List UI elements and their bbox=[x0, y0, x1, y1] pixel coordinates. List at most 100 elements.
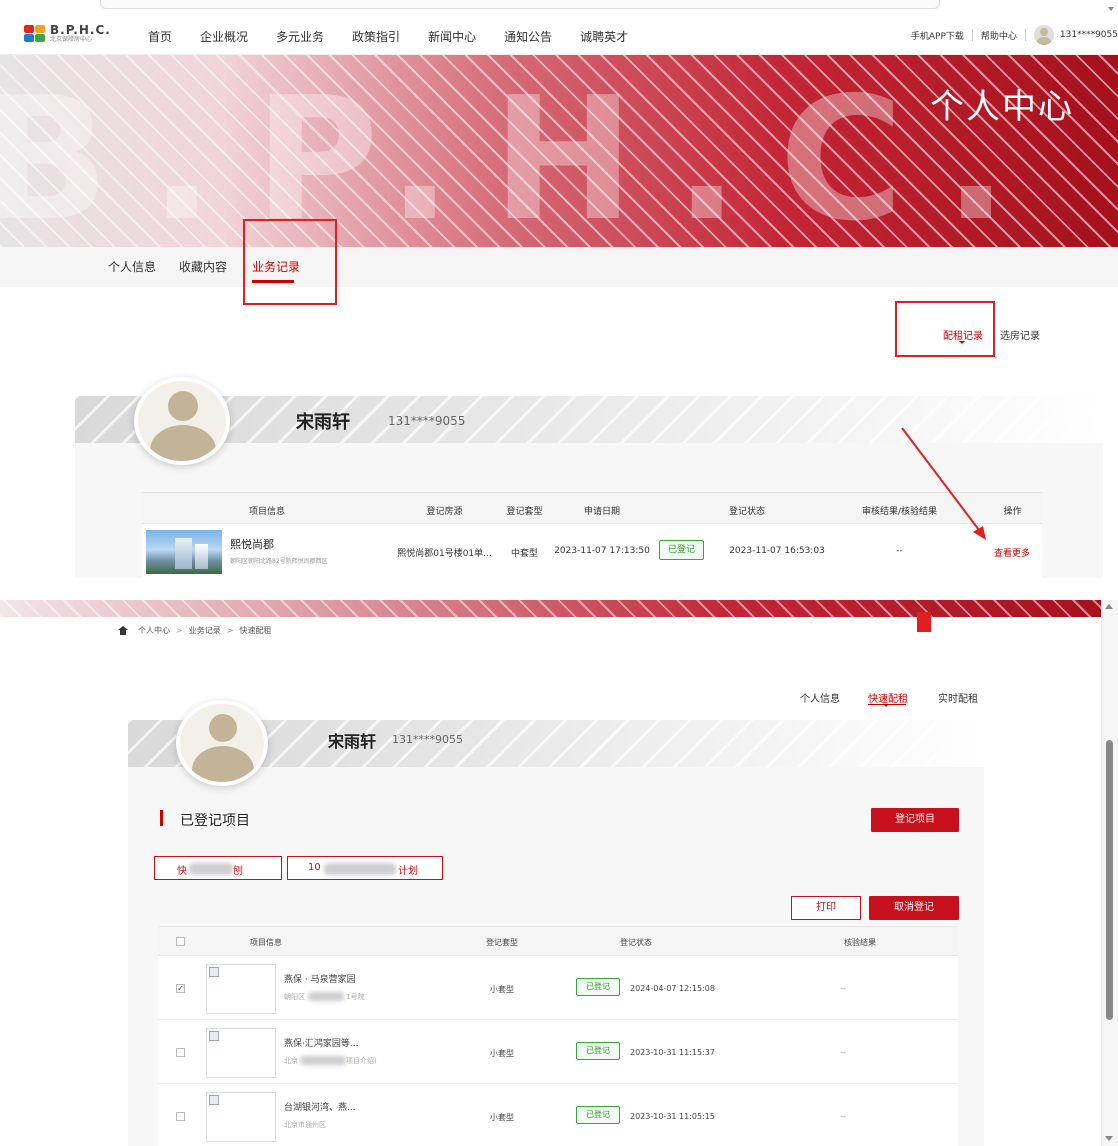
main-nav: 首页 企业概况 多元业务 政策指引 新闻中心 通知公告 诚聘英才 bbox=[148, 28, 656, 45]
breadcrumb-separator: > bbox=[226, 626, 234, 635]
plan-tab-1[interactable]: 快 刨 bbox=[154, 856, 282, 880]
view-more-link[interactable]: 查看更多 bbox=[994, 546, 1030, 559]
blurred-text bbox=[324, 863, 396, 875]
help-center-link[interactable]: 帮助中心 bbox=[981, 29, 1017, 42]
breadcrumb-personal-center[interactable]: 个人中心 bbox=[138, 625, 170, 636]
profile-tabs: 个人信息 收藏内容 业务记录 bbox=[0, 247, 1118, 287]
project-title[interactable]: 熙悦尚郡 bbox=[230, 536, 274, 552]
profile-name-2: 宋雨轩 bbox=[328, 732, 377, 751]
subtab-quick-rental[interactable]: 快速配租 bbox=[868, 690, 908, 705]
registered-projects-title: 已登记项目 bbox=[180, 813, 250, 829]
app-download-link[interactable]: 手机APP下载 bbox=[911, 29, 964, 42]
scroll-down-arrow-icon[interactable] bbox=[1105, 1136, 1113, 1141]
plan-tab-1-start: 快 bbox=[177, 866, 187, 877]
project-title[interactable]: 燕保 · 马泉营家园 bbox=[284, 972, 356, 985]
project-thumbnail bbox=[146, 530, 222, 574]
project-image-placeholder bbox=[206, 964, 276, 1014]
row-checkbox[interactable] bbox=[176, 1048, 185, 1057]
table-row: 熙悦尚郡 朝阳区朝阳北路82号院熙悦尚郡西区 熙悦尚郡01号楼01单... 中套… bbox=[142, 524, 1042, 578]
subtab-realtime-rental[interactable]: 实时配租 bbox=[938, 690, 978, 705]
row-checkbox[interactable] bbox=[176, 1112, 185, 1121]
breadcrumb-quick-rental: 快速配租 bbox=[239, 626, 272, 635]
status-badge: 已登记 bbox=[659, 540, 704, 560]
col-unit-type: 登记套型 bbox=[486, 938, 518, 947]
col-result: 审核结果/核验结果 bbox=[861, 507, 938, 517]
result-value: -- bbox=[840, 1048, 846, 1057]
browser-strip bbox=[100, 0, 940, 9]
select-all-checkbox[interactable] bbox=[176, 937, 185, 946]
rental-table-header: 项目信息 登记房源 登记套型 申请日期 登记状态 审核结果/核验结果 操作 bbox=[142, 492, 1042, 524]
status-badge: 已登记 bbox=[576, 1106, 620, 1124]
project-address: 北京市通州区 bbox=[284, 1121, 326, 1129]
col-action: 操作 bbox=[1003, 507, 1022, 517]
home-icon[interactable] bbox=[118, 626, 128, 635]
nav-notices[interactable]: 通知公告 bbox=[504, 28, 552, 45]
table-row: 燕保·汇鸿家园等... 北京 项目介绍) 小套型 已登记 2023-10-31 … bbox=[158, 1020, 958, 1084]
scroll-down-arrow-icon[interactable] bbox=[1108, 7, 1114, 11]
blurred-text bbox=[189, 863, 233, 875]
breadcrumb-business-records[interactable]: 业务记录 bbox=[189, 625, 221, 636]
register-project-button[interactable]: 登记项目 bbox=[871, 808, 959, 832]
nav-careers[interactable]: 诚聘英才 bbox=[580, 28, 628, 45]
project-address-start: 北京 bbox=[284, 1057, 298, 1065]
profile-phone: 131****9055 bbox=[388, 414, 466, 428]
status-time-value: 2023-10-31 11:05:15 bbox=[630, 1112, 715, 1121]
logo-text: B.P.H.C. bbox=[50, 23, 111, 37]
page-root: B.P.H.C. 北京保障房中心 首页 企业概况 多元业务 政策指引 新闻中心 … bbox=[0, 0, 1118, 1146]
nav-business[interactable]: 多元业务 bbox=[276, 28, 324, 45]
breadcrumb-separator: > bbox=[176, 626, 183, 635]
tab-house-selection-records[interactable]: 选房记录 bbox=[1000, 327, 1040, 342]
project-image-placeholder bbox=[206, 1028, 276, 1078]
profile-name: 宋雨轩 bbox=[296, 412, 350, 433]
project-address-start: 朝阳区 bbox=[284, 993, 305, 1001]
scrollbar-thumb[interactable] bbox=[1106, 740, 1113, 1020]
plan-tab-2-end: 计划 bbox=[398, 866, 418, 877]
nav-news[interactable]: 新闻中心 bbox=[428, 28, 476, 45]
col-status: 登记状态 bbox=[728, 507, 765, 517]
tab-personal-info[interactable]: 个人信息 bbox=[108, 258, 156, 275]
second-screenshot-banner bbox=[0, 600, 1118, 617]
table-row: 台湖银河湾、燕... 北京市通州区 小套型 已登记 2023-10-31 11:… bbox=[158, 1084, 958, 1146]
user-phone[interactable]: 131****9055 bbox=[1060, 30, 1118, 40]
status-badge: 已登记 bbox=[576, 1042, 620, 1060]
cancel-registration-button[interactable]: 取消登记 bbox=[869, 896, 959, 920]
table-row: ✓ 燕保 · 马泉营家园 朝阳区 1号院 小套型 已登记 2024-04-07 … bbox=[158, 956, 958, 1020]
breadcrumb: 个人中心 > 业务记录 > 快速配租 bbox=[118, 625, 271, 636]
blurred-text bbox=[308, 992, 344, 1001]
row-checkbox[interactable]: ✓ bbox=[176, 984, 185, 993]
result-value: -- bbox=[896, 546, 903, 556]
scroll-up-arrow-icon[interactable] bbox=[1105, 604, 1113, 609]
top-navigation: B.P.H.C. 北京保障房中心 首页 企业概况 多元业务 政策指引 新闻中心 … bbox=[0, 0, 1118, 55]
user-avatar-icon[interactable] bbox=[1033, 25, 1054, 45]
plan-tab-2-start: 10 bbox=[308, 862, 321, 873]
status-time-value: 2024-04-07 12:15:08 bbox=[630, 984, 715, 993]
subtab-personal-info[interactable]: 个人信息 bbox=[800, 690, 840, 705]
nav-policy[interactable]: 政策指引 bbox=[352, 28, 400, 45]
unit-type-value: 中套型 bbox=[510, 549, 538, 559]
site-logo[interactable]: B.P.H.C. 北京保障房中心 bbox=[24, 24, 111, 43]
registered-table-header: 项目信息 登记套型 登记状态 核验结果 bbox=[158, 926, 958, 956]
project-title[interactable]: 燕保·汇鸿家园等... bbox=[284, 1036, 358, 1049]
col-apply-date: 申请日期 bbox=[583, 507, 620, 517]
nav-company[interactable]: 企业概况 bbox=[200, 28, 248, 45]
listing-value: 熙悦尚郡01号楼01单... bbox=[397, 549, 492, 559]
result-value: -- bbox=[840, 1112, 846, 1121]
plan-tab-2[interactable]: 10 计划 bbox=[287, 856, 443, 880]
col-listing: 登记房源 bbox=[426, 507, 463, 517]
tab-favorites[interactable]: 收藏内容 bbox=[179, 258, 227, 275]
status-badge: 已登记 bbox=[576, 978, 620, 996]
col-unit-type: 登记套型 bbox=[506, 507, 543, 517]
project-title[interactable]: 台湖银河湾、燕... bbox=[284, 1100, 356, 1113]
logo-subtext: 北京保障房中心 bbox=[50, 36, 93, 43]
nav-home[interactable]: 首页 bbox=[148, 28, 172, 45]
annotation-box-rental-records bbox=[895, 301, 995, 357]
col-project-info: 项目信息 bbox=[248, 507, 285, 517]
print-button[interactable]: 打印 bbox=[791, 896, 861, 920]
unit-type-value: 小套型 bbox=[490, 1113, 514, 1122]
project-address: 朝阳区朝阳北路82号院熙悦尚郡西区 bbox=[230, 558, 328, 565]
nav-right: 手机APP下载 帮助中心 131****9055 bbox=[911, 25, 1118, 45]
profile-avatar-icon bbox=[134, 377, 230, 465]
profile-banner: B.P.H.C. 个人中心 bbox=[0, 55, 1118, 247]
status-time-value: 2023-10-31 11:15:37 bbox=[630, 1048, 715, 1057]
banner-title: 个人中心 bbox=[930, 87, 1074, 127]
